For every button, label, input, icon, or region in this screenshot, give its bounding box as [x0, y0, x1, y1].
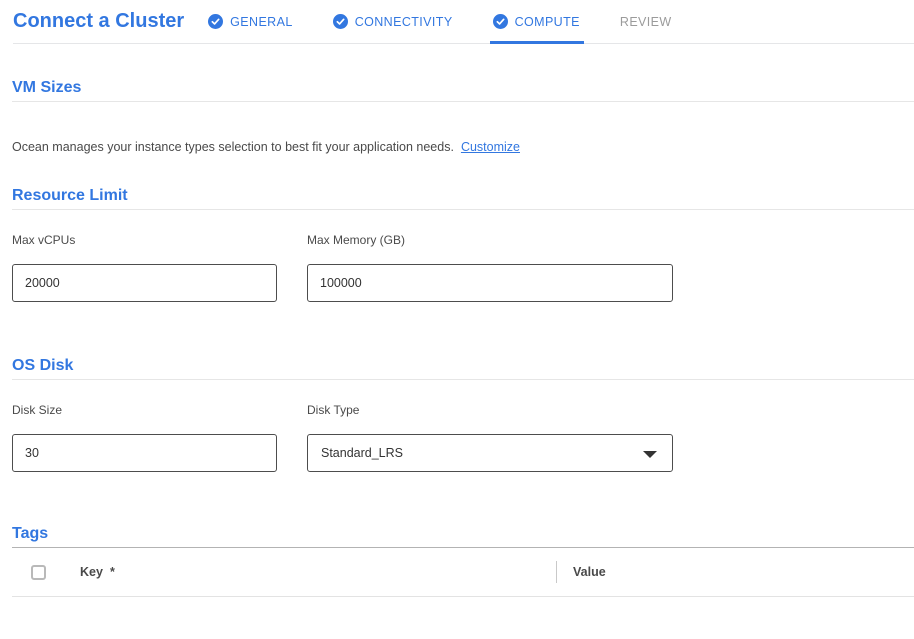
- check-circle-icon: [208, 14, 223, 29]
- disk-type-field-group: Disk Type Standard_LRS: [307, 403, 673, 472]
- max-vcpus-input[interactable]: [12, 264, 277, 302]
- disk-size-input[interactable]: [12, 434, 277, 472]
- vm-sizes-description: Ocean manages your instance types select…: [12, 140, 914, 154]
- disk-size-label: Disk Size: [12, 403, 277, 417]
- check-circle-icon: [333, 14, 348, 29]
- max-memory-input[interactable]: [307, 264, 673, 302]
- check-circle-icon: [493, 14, 508, 29]
- select-all-checkbox[interactable]: [31, 565, 46, 580]
- tags-select-all-cell: [12, 565, 80, 580]
- tags-value-column-header: Value: [557, 565, 606, 579]
- tab-label: REVIEW: [620, 15, 672, 29]
- disk-type-selected-value: Standard_LRS: [321, 446, 403, 460]
- vm-sizes-heading: VM Sizes: [12, 44, 914, 97]
- customize-link[interactable]: Customize: [461, 140, 520, 154]
- resource-limit-heading: Resource Limit: [12, 154, 914, 205]
- section-divider: [12, 209, 914, 210]
- os-disk-heading: OS Disk: [12, 302, 914, 375]
- required-marker: *: [110, 565, 115, 579]
- wizard-tabs: GENERAL CONNECTIVITY COMPUTE REVIEW: [208, 0, 671, 43]
- vm-sizes-description-text: Ocean manages your instance types select…: [12, 140, 454, 154]
- disk-type-label: Disk Type: [307, 403, 673, 417]
- tab-label: GENERAL: [230, 15, 293, 29]
- section-divider: [12, 101, 914, 102]
- max-vcpus-label: Max vCPUs: [12, 233, 277, 247]
- resource-limit-fields: Max vCPUs Max Memory (GB): [12, 233, 914, 302]
- tab-general[interactable]: GENERAL: [208, 0, 293, 43]
- section-divider: [12, 379, 914, 380]
- max-vcpus-field-group: Max vCPUs: [12, 233, 277, 302]
- tab-review[interactable]: REVIEW: [620, 0, 672, 43]
- page-title: Connect a Cluster: [13, 10, 184, 33]
- key-header-label: Key: [80, 565, 103, 579]
- tab-label: COMPUTE: [515, 15, 580, 29]
- tags-table-header-row: Key * Value: [12, 548, 914, 597]
- tags-heading: Tags: [12, 472, 914, 543]
- disk-type-select[interactable]: Standard_LRS: [307, 434, 673, 472]
- os-disk-fields: Disk Size Disk Type Standard_LRS: [12, 403, 914, 472]
- disk-size-field-group: Disk Size: [12, 403, 277, 472]
- max-memory-field-group: Max Memory (GB): [307, 233, 673, 302]
- tab-compute[interactable]: COMPUTE: [493, 0, 580, 43]
- wizard-header: Connect a Cluster GENERAL CONNECTIVITY C…: [13, 0, 914, 44]
- max-memory-label: Max Memory (GB): [307, 233, 673, 247]
- chevron-down-icon: [643, 451, 657, 458]
- tags-key-column-header: Key *: [80, 565, 556, 579]
- tab-label: CONNECTIVITY: [355, 15, 453, 29]
- tab-connectivity[interactable]: CONNECTIVITY: [333, 0, 453, 43]
